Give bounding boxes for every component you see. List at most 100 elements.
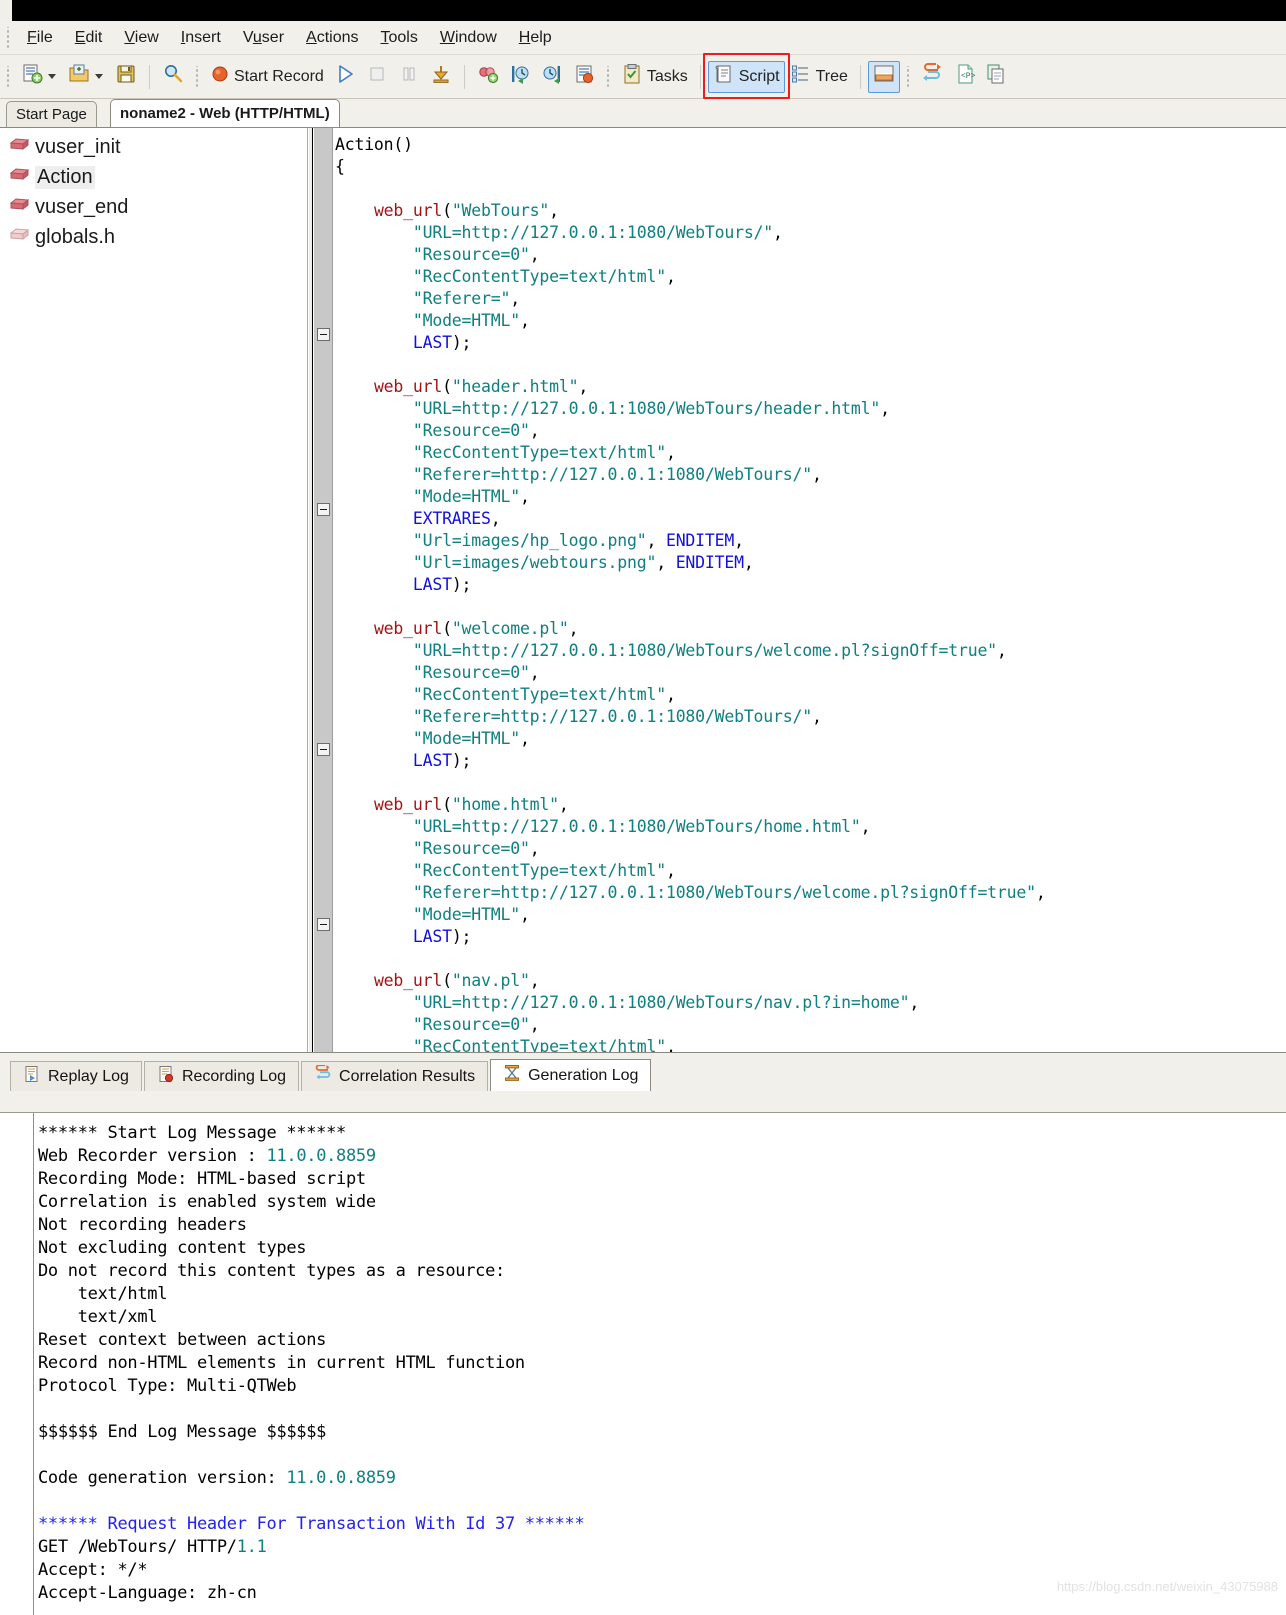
log-line: text/html	[38, 1284, 168, 1304]
pause-icon	[398, 63, 420, 90]
download-button[interactable]	[425, 61, 457, 93]
menu-actions[interactable]: Actions	[295, 26, 369, 50]
runtime-settings-button[interactable]	[568, 61, 600, 93]
log-tab-correlation-results[interactable]: Correlation Results	[301, 1061, 489, 1091]
log-output-area[interactable]: ****** Start Log Message ****** Web Recor…	[0, 1112, 1286, 1615]
run-play-icon	[334, 63, 356, 90]
menu-vuser[interactable]: Vuser	[232, 26, 295, 50]
fold-toggle[interactable]	[317, 918, 330, 931]
code-line: Action()	[335, 135, 413, 154]
menubar-drag-grip[interactable]	[4, 26, 14, 49]
new-vuser-icon	[21, 63, 43, 90]
scan-correlations-icon	[477, 63, 499, 90]
menu-insert[interactable]: Insert	[170, 26, 232, 50]
open-dropdown-caret[interactable]	[95, 74, 103, 79]
code-line: LAST);	[412, 575, 472, 594]
code-line: "Mode=HTML",	[412, 487, 530, 506]
log-tab-generation-log[interactable]: Generation Log	[490, 1059, 652, 1091]
doctab-noname2[interactable]: noname2 - Web (HTTP/HTML)	[110, 99, 340, 127]
new-vuser-dropdown-caret[interactable]	[48, 74, 56, 79]
split-view-button[interactable]	[867, 60, 900, 93]
swap-arrows-icon	[921, 63, 943, 90]
script-work-area: vuser_init Action vuser_end globals.h Ac…	[0, 127, 1286, 1106]
document-tab-bar: Start Page noname2 - Web (HTTP/HTML)	[0, 99, 1286, 127]
log-tab-replay-log[interactable]: Replay Log	[10, 1061, 142, 1091]
next-step-button[interactable]	[536, 61, 568, 93]
pause-button[interactable]	[393, 61, 425, 93]
stop-button[interactable]	[361, 61, 393, 93]
code-line: LAST);	[412, 751, 472, 770]
save-disk-icon	[115, 63, 137, 90]
code-line: "URL=http://127.0.0.1:1080/WebTours/head…	[412, 399, 890, 418]
code-line: LAST);	[412, 927, 472, 946]
menu-tools[interactable]: Tools	[370, 26, 429, 50]
parameter-button[interactable]: <P>	[948, 61, 980, 93]
code-line: "Referer=http://127.0.0.1:1080/WebTours/…	[412, 465, 822, 484]
menu-edit[interactable]: Edit	[64, 26, 114, 50]
editor-splitter[interactable]	[309, 128, 313, 1053]
code-line: "Resource=0",	[412, 245, 540, 264]
new-vuser-button[interactable]	[16, 61, 63, 93]
open-folder-icon	[68, 63, 90, 90]
find-icon	[162, 63, 184, 90]
log-line: Do not record this content types as a re…	[38, 1261, 505, 1281]
log-line: $$$$$$ End Log Message $$$$$$	[38, 1422, 327, 1442]
tree-item-globals-h[interactable]: globals.h	[1, 222, 307, 252]
window-title-strip	[0, 0, 1286, 21]
log-tab-recording-log[interactable]: Recording Log	[143, 1061, 300, 1091]
log-line: Code generation version: 11.0.0.8859	[38, 1468, 396, 1488]
open-button[interactable]	[63, 61, 110, 93]
replay-log-icon	[23, 1065, 41, 1088]
menu-help[interactable]: Help	[508, 26, 563, 50]
log-line: Web Recorder version : 11.0.0.8859	[38, 1146, 376, 1166]
start-record-button[interactable]: Start Record	[205, 61, 329, 93]
generation-log-icon	[503, 1064, 521, 1087]
copy-button[interactable]	[980, 61, 1012, 93]
log-line: Not recording headers	[38, 1215, 247, 1235]
code-line: "Url=images/hp_logo.png", ENDITEM,	[412, 531, 744, 550]
action-block-icon	[9, 136, 30, 158]
action-block-icon	[9, 166, 30, 188]
tree-item-vuser-end[interactable]: vuser_end	[1, 192, 307, 222]
swap-button[interactable]	[916, 61, 948, 93]
doctab-start-page[interactable]: Start Page	[6, 101, 97, 127]
log-tab-label: Recording Log	[181, 1067, 287, 1085]
log-line: ****** Request Header For Transaction Wi…	[38, 1514, 585, 1534]
script-view-button[interactable]: Script	[707, 60, 785, 93]
toolbar-drag-grip-4[interactable]	[903, 65, 914, 88]
tree-item-vuser-init[interactable]: vuser_init	[1, 132, 307, 162]
record-circle-icon	[210, 64, 230, 89]
toolbar-drag-grip-2[interactable]	[193, 65, 203, 88]
menu-bar: File Edit View Insert Vuser Actions Tool…	[0, 21, 1286, 55]
tree-item-action[interactable]: Action	[1, 162, 307, 192]
log-line: Not excluding content types	[38, 1238, 307, 1258]
toolbar-drag-grip-1[interactable]	[4, 65, 14, 88]
previous-step-icon	[509, 63, 531, 90]
log-line: Reset context between actions	[38, 1330, 327, 1350]
save-button[interactable]	[110, 61, 142, 93]
toolbar-drag-grip-3[interactable]	[603, 65, 614, 88]
code-line: {	[335, 157, 345, 176]
fold-toggle[interactable]	[317, 328, 330, 341]
code-line: "Resource=0",	[412, 663, 540, 682]
menu-file[interactable]: File	[16, 26, 64, 50]
script-code-editor[interactable]: Action() { web_url("WebTours", "URL=http:…	[333, 128, 1286, 1053]
tree-view-button[interactable]: Tree	[785, 61, 853, 93]
run-button[interactable]	[329, 61, 361, 93]
parameter-p-icon: <P>	[953, 63, 976, 90]
scan-correlations-button[interactable]	[472, 61, 504, 93]
watermark-text: https://blog.csdn.net/weixin_43075988	[1056, 1579, 1278, 1594]
fold-toggle[interactable]	[317, 743, 330, 756]
previous-step-button[interactable]	[504, 61, 536, 93]
fold-toggle[interactable]	[317, 503, 330, 516]
code-line: "RecContentType=text/html",	[412, 685, 676, 704]
code-line: "Resource=0",	[412, 421, 540, 440]
find-button[interactable]	[157, 61, 189, 93]
tasks-button[interactable]: Tasks	[616, 61, 693, 93]
tree-item-label: Action	[35, 165, 95, 189]
menu-view[interactable]: View	[113, 26, 169, 50]
menu-window[interactable]: Window	[429, 26, 508, 50]
